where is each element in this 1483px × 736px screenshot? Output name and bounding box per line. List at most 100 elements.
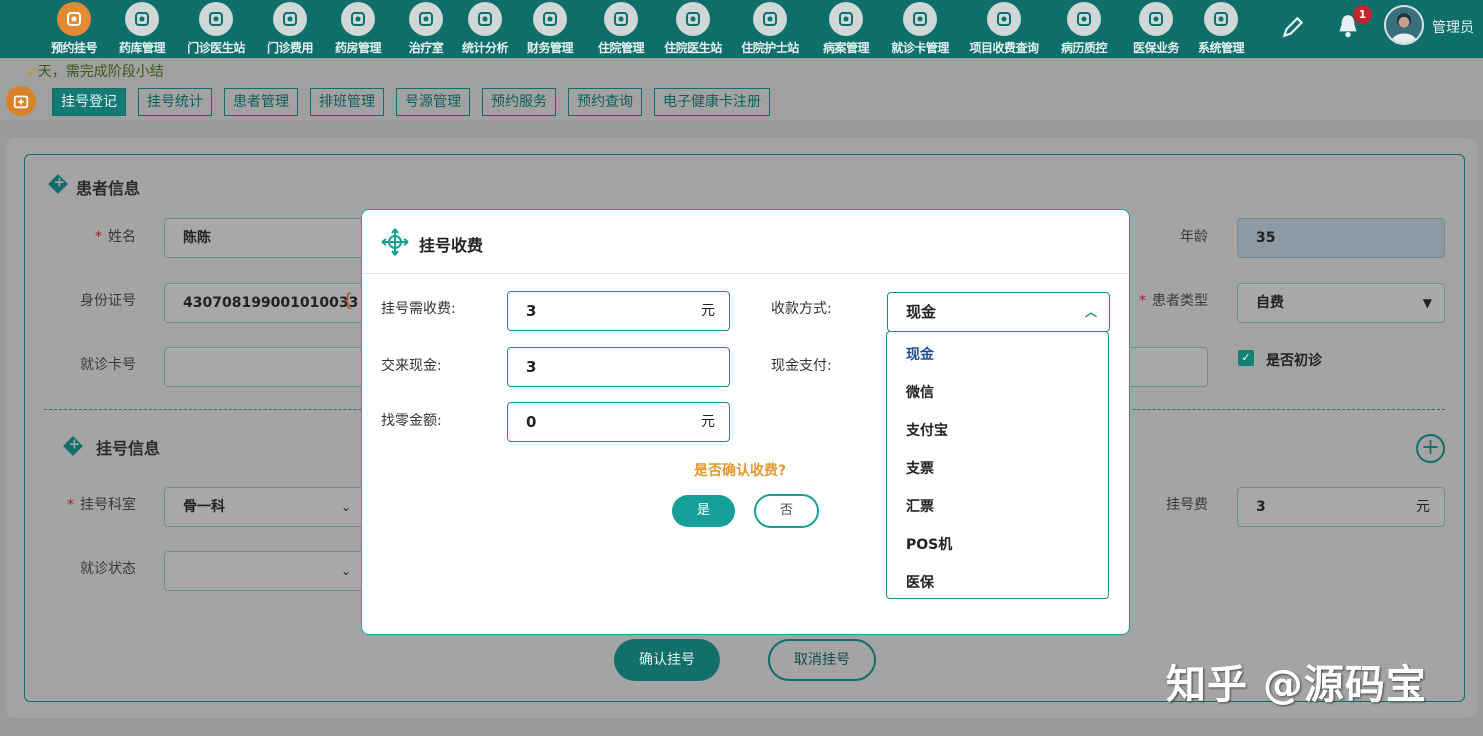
modal-header: 挂号收费 bbox=[362, 210, 1129, 274]
idcard-label: 身份证号 bbox=[80, 293, 136, 309]
nav-item-label: 系统管理 bbox=[1197, 41, 1245, 55]
nav-item-label: 预约挂号 bbox=[50, 41, 98, 55]
card-number-label: 就诊卡号 bbox=[80, 357, 136, 373]
cash-in-label: 交来现金: bbox=[381, 358, 442, 374]
sub-tab-5[interactable]: 预约服务 bbox=[482, 88, 556, 116]
cash-in-input[interactable]: 3 bbox=[507, 347, 730, 387]
nav-item-13[interactable]: 项目收费查询 bbox=[965, 0, 1043, 58]
chevron-down-icon: ⌄ bbox=[340, 564, 351, 578]
pay-method-select[interactable]: 现金 ︿ bbox=[887, 292, 1110, 332]
pencil-icon[interactable] bbox=[1280, 14, 1306, 40]
watermark: 知乎 @源码宝 bbox=[1166, 662, 1427, 708]
nav-item-4[interactable]: 药房管理 bbox=[319, 0, 397, 58]
avatar[interactable] bbox=[1384, 5, 1424, 45]
nav-item-label: 项目收费查询 bbox=[969, 41, 1039, 55]
sub-tab-4[interactable]: 号源管理 bbox=[396, 88, 470, 116]
sub-tab-1[interactable]: 挂号统计 bbox=[138, 88, 212, 116]
fee-input[interactable]: 3元 bbox=[507, 291, 730, 331]
nav-item-label: 住院管理 bbox=[597, 41, 645, 55]
sub-tab-3[interactable]: 排班管理 bbox=[310, 88, 384, 116]
module-calendar-icon bbox=[6, 86, 36, 116]
nav-item-10[interactable]: 住院护士站 bbox=[731, 0, 809, 58]
age-label: 年龄 bbox=[1180, 229, 1208, 245]
reg-fee-field[interactable]: 3元 bbox=[1237, 487, 1445, 527]
nav-item-label: 门诊医生站 bbox=[187, 41, 245, 55]
notification-badge: 1 bbox=[1353, 5, 1372, 24]
confirm-registration-button[interactable]: 确认挂号 bbox=[614, 639, 720, 681]
pill-icon bbox=[341, 2, 375, 36]
dept-label: * 挂号科室 bbox=[67, 497, 136, 513]
nav-item-label: 财务管理 bbox=[526, 41, 574, 55]
pay-method-label: 收款方式: bbox=[771, 301, 832, 317]
chevron-up-icon: ︿ bbox=[1084, 305, 1097, 319]
cash-pay-label: 现金支付: bbox=[771, 358, 832, 374]
confirm-question: 是否确认收费? bbox=[694, 463, 787, 479]
pay-option-3[interactable]: 支票 bbox=[906, 458, 934, 478]
insurance-icon bbox=[1139, 2, 1173, 36]
nav-item-9[interactable]: 住院医生站 bbox=[654, 0, 732, 58]
pay-option-0[interactable]: 现金 bbox=[906, 344, 934, 364]
warehouse-icon bbox=[125, 2, 159, 36]
visit-status-label: 就诊状态 bbox=[80, 561, 136, 577]
patient-type-label: * 患者类型 bbox=[1139, 293, 1208, 309]
pay-option-4[interactable]: 汇票 bbox=[906, 496, 934, 516]
yes-button[interactable]: 是 bbox=[672, 495, 735, 527]
registration-section-title: 挂号信息 bbox=[96, 439, 161, 458]
nav-item-16[interactable]: 系统管理 bbox=[1182, 0, 1260, 58]
first-visit-checkbox[interactable]: ✓ bbox=[1238, 350, 1254, 366]
pay-method-dropdown: 现金微信支付宝支票汇票 POS机医保 bbox=[886, 331, 1109, 599]
visit-status-select[interactable]: ⌄ bbox=[164, 551, 364, 591]
sub-tab-7[interactable]: 电子健康卡注册 bbox=[654, 88, 770, 116]
sub-tab-2[interactable]: 患者管理 bbox=[224, 88, 298, 116]
settings-icon bbox=[1204, 2, 1238, 36]
nav-item-8[interactable]: 住院管理 bbox=[582, 0, 660, 58]
nav-item-12[interactable]: 就诊卡管理 bbox=[881, 0, 959, 58]
age-field[interactable]: 35 bbox=[1237, 218, 1445, 258]
bill-icon bbox=[987, 2, 1021, 36]
calendar-icon bbox=[57, 2, 91, 36]
nav-item-14[interactable]: 病历质控 bbox=[1045, 0, 1123, 58]
change-input[interactable]: 0元 bbox=[507, 402, 730, 442]
card-number-field[interactable] bbox=[164, 347, 364, 387]
reg-fee-label: 挂号费 bbox=[1166, 497, 1208, 513]
gear-coin-icon bbox=[533, 2, 567, 36]
nav-item-label: 病案管理 bbox=[822, 41, 870, 55]
nav-item-3[interactable]: 门诊费用 bbox=[251, 0, 329, 58]
yen-icon bbox=[273, 2, 307, 36]
nav-item-label: 住院医生站 bbox=[664, 41, 722, 55]
top-nav-bar: 预约挂号 药库管理 门诊医生站 门诊费用 药房管理 治疗室 统计分析 财务管理 住院管理 住院医生… bbox=[0, 0, 1483, 58]
nav-item-11[interactable]: 病案管理 bbox=[807, 0, 885, 58]
add-icon[interactable]: + bbox=[1416, 434, 1445, 463]
nav-item-label: 药库管理 bbox=[118, 41, 166, 55]
chevron-down-icon: ▼ bbox=[1422, 296, 1432, 310]
pay-option-5[interactable]: POS机 bbox=[906, 534, 952, 554]
record-icon bbox=[829, 2, 863, 36]
arrow-icon: { bbox=[342, 290, 354, 311]
nav-item-1[interactable]: 药库管理 bbox=[103, 0, 181, 58]
bolt-icon: ➶ bbox=[26, 64, 38, 80]
quality-icon bbox=[1067, 2, 1101, 36]
change-label: 找零金额: bbox=[381, 413, 442, 429]
unit-label: 元 bbox=[701, 414, 715, 430]
pay-option-6[interactable]: 医保 bbox=[906, 572, 934, 592]
nav-item-2[interactable]: 门诊医生站 bbox=[177, 0, 255, 58]
nav-item-7[interactable]: 财务管理 bbox=[511, 0, 589, 58]
pay-option-1[interactable]: 微信 bbox=[906, 382, 934, 402]
dept-select[interactable]: 骨一科 ⌄ bbox=[164, 487, 364, 527]
sub-tab-0[interactable]: 挂号登记 bbox=[52, 88, 126, 116]
pay-option-2[interactable]: 支付宝 bbox=[906, 420, 948, 440]
name-field[interactable]: 陈陈 bbox=[164, 218, 364, 258]
sub-tab-6[interactable]: 预约查询 bbox=[568, 88, 642, 116]
cross-arrows-icon bbox=[381, 228, 409, 256]
bar-chart-icon bbox=[468, 2, 502, 36]
idcard-field[interactable]: 430708199001010033 bbox=[164, 283, 364, 323]
nav-item-0[interactable]: 预约挂号 bbox=[35, 0, 113, 58]
unit-label: 元 bbox=[1416, 499, 1430, 515]
cancel-registration-button[interactable]: 取消挂号 bbox=[768, 639, 876, 681]
no-button[interactable]: 否 bbox=[754, 494, 819, 528]
notice-text: ➶天，需完成阶段小结 bbox=[26, 64, 164, 80]
fee-label: 挂号需收费: bbox=[381, 301, 456, 317]
patient-type-select[interactable]: 自费 ▼ bbox=[1237, 283, 1445, 323]
user-name[interactable]: 管理员 bbox=[1432, 17, 1474, 37]
chevron-down-icon: ⌄ bbox=[340, 500, 351, 514]
